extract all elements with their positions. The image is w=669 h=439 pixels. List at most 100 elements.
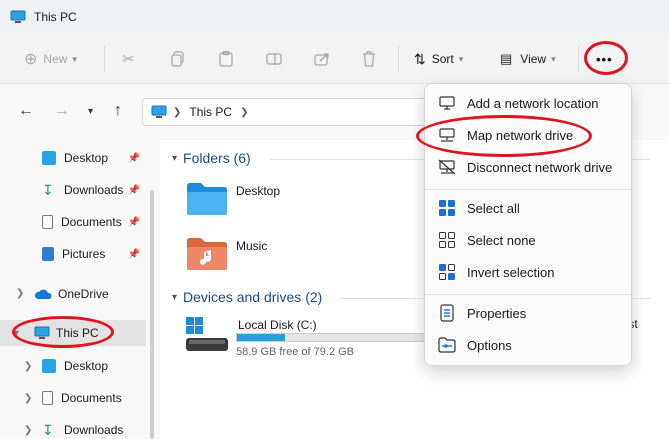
delete-button[interactable] — [362, 46, 376, 72]
monitor-add-icon — [437, 93, 457, 113]
folders-group-header[interactable]: ▾ Folders (6) — [172, 150, 251, 166]
drives-group-title: Devices and drives (2) — [183, 289, 323, 305]
menu-item-label: Disconnect network drive — [467, 159, 613, 175]
folder-item[interactable]: Music — [186, 237, 267, 271]
menu-item-label: Properties — [467, 305, 527, 321]
options-icon — [437, 335, 457, 355]
download-icon: ↧ — [42, 182, 54, 198]
menu-item-label: Select all — [467, 200, 520, 216]
sidebar-item-label: Desktop — [64, 151, 109, 165]
sidebar-item-label: Documents — [61, 215, 122, 229]
new-button[interactable]: ⊕ New ▾ — [24, 46, 77, 72]
menu-item-properties[interactable]: Properties — [429, 298, 627, 328]
toolbar-divider — [104, 46, 105, 72]
new-label: New — [43, 52, 68, 66]
sidebar-item-downloads[interactable]: ↧ Downloads — [0, 417, 146, 439]
sidebar-scrollbar[interactable] — [150, 190, 154, 439]
share-button[interactable] — [314, 46, 330, 72]
menu-item-label: Map network drive — [467, 127, 574, 143]
pin-icon: 📌 — [127, 216, 140, 228]
view-label: View — [520, 52, 547, 66]
sort-label: Sort — [431, 52, 454, 66]
menu-item-map-network-drive[interactable]: Map network drive — [429, 120, 627, 150]
sidebar-item-documents[interactable]: Documents — [0, 385, 146, 411]
forward-button[interactable]: → — [54, 102, 70, 120]
window-title: This PC — [34, 10, 77, 24]
sidebar-item-downloads[interactable]: ↧ Downloads 📌 — [0, 177, 146, 203]
copy-icon — [171, 51, 184, 67]
chevron-down-icon: ▾ — [172, 152, 178, 164]
sort-button[interactable]: ⇅ Sort ▾ — [414, 46, 463, 72]
view-button[interactable]: ▤ View ▾ — [500, 46, 556, 72]
properties-icon — [437, 303, 457, 323]
command-bar: ⊕ New ▾ ✂ ⇅ Sort ▾ ▤ View ▾ ••• — [0, 34, 669, 84]
menu-divider — [425, 189, 631, 190]
select-all-icon — [437, 198, 457, 218]
more-options-icon: ••• — [596, 51, 613, 67]
share-icon — [314, 53, 329, 66]
toolbar-divider — [578, 46, 579, 72]
menu-item-label: Options — [467, 337, 512, 353]
folder-label: Desktop — [236, 184, 281, 198]
chevron-down-icon: ▾ — [172, 291, 178, 303]
cut-button[interactable]: ✂ — [122, 46, 135, 72]
sidebar-item-label: Downloads — [64, 423, 124, 437]
drive-usage-bar — [236, 333, 426, 342]
pin-icon: 📌 — [127, 184, 140, 196]
menu-item-select-all[interactable]: Select all — [429, 193, 627, 223]
this-pc-icon — [151, 105, 167, 118]
toolbar-divider — [398, 46, 399, 72]
menu-item-disconnect-network-drive[interactable]: Disconnect network drive — [429, 152, 627, 182]
menu-item-label: Add a network location — [467, 95, 599, 111]
sidebar-item-label: Downloads — [64, 183, 124, 197]
chevron-down-icon[interactable]: ▾ — [14, 328, 19, 339]
rename-icon — [266, 53, 282, 65]
menu-item-label: Invert selection — [467, 264, 555, 280]
sidebar-item-this-pc[interactable]: ▾ This PC — [0, 320, 146, 346]
back-button[interactable]: ← — [18, 102, 34, 120]
chevron-down-icon: ▾ — [88, 106, 94, 117]
pin-icon: 📌 — [127, 152, 140, 164]
recent-locations-button[interactable]: ▾ — [88, 106, 93, 117]
sidebar-item-desktop[interactable]: Desktop — [0, 353, 146, 379]
drive-usage-fill — [237, 334, 286, 341]
rename-button[interactable] — [266, 46, 282, 72]
folder-item[interactable]: Desktop — [186, 182, 280, 216]
music-folder-icon — [187, 238, 227, 270]
sidebar-item-label: Pictures — [62, 247, 106, 261]
drives-group-header[interactable]: ▾ Devices and drives (2) — [172, 289, 322, 305]
this-pc-icon — [34, 326, 50, 339]
sidebar-item-pictures[interactable]: Pictures 📌 — [0, 241, 146, 267]
title-bar: This PC — [0, 0, 669, 34]
document-icon — [42, 215, 53, 229]
menu-divider — [425, 294, 631, 295]
drive-free-space: 58.9 GB free of 79.2 GB — [236, 346, 355, 358]
copy-button[interactable] — [171, 46, 185, 72]
menu-item-label: Select none — [467, 232, 536, 248]
chevron-down-icon: ▾ — [72, 53, 77, 64]
paste-button[interactable] — [219, 46, 233, 72]
desktop-icon — [42, 151, 56, 165]
windows-drive-icon — [186, 317, 228, 351]
scissors-icon: ✂ — [122, 51, 135, 68]
desktop-icon — [42, 359, 56, 373]
menu-item-select-none[interactable]: Select none — [429, 225, 627, 255]
drive-label: Local Disk (C:) — [238, 318, 317, 332]
select-none-icon — [437, 230, 457, 250]
clipboard-icon — [219, 51, 233, 67]
sidebar-item-documents[interactable]: Documents 📌 — [0, 209, 146, 235]
menu-item-invert-selection[interactable]: Invert selection — [429, 257, 627, 287]
sidebar-item-onedrive[interactable]: OneDrive — [0, 281, 146, 307]
menu-item-options[interactable]: Options — [429, 330, 627, 360]
desktop-folder-icon — [187, 183, 227, 215]
sidebar-item-desktop[interactable]: Desktop 📌 — [0, 145, 146, 171]
menu-item-add-network-location[interactable]: Add a network location — [429, 88, 627, 118]
breadcrumb-this-pc[interactable]: This PC — [189, 105, 232, 119]
sidebar-item-label: Desktop — [64, 359, 109, 373]
folders-group-title: Folders (6) — [183, 150, 251, 166]
this-pc-icon — [10, 10, 26, 23]
pictures-icon — [42, 247, 54, 261]
see-more-button[interactable]: ••• — [596, 46, 613, 72]
up-button[interactable]: ↑ — [114, 102, 122, 120]
address-bar[interactable]: ❯ This PC ❯ — [142, 98, 432, 126]
